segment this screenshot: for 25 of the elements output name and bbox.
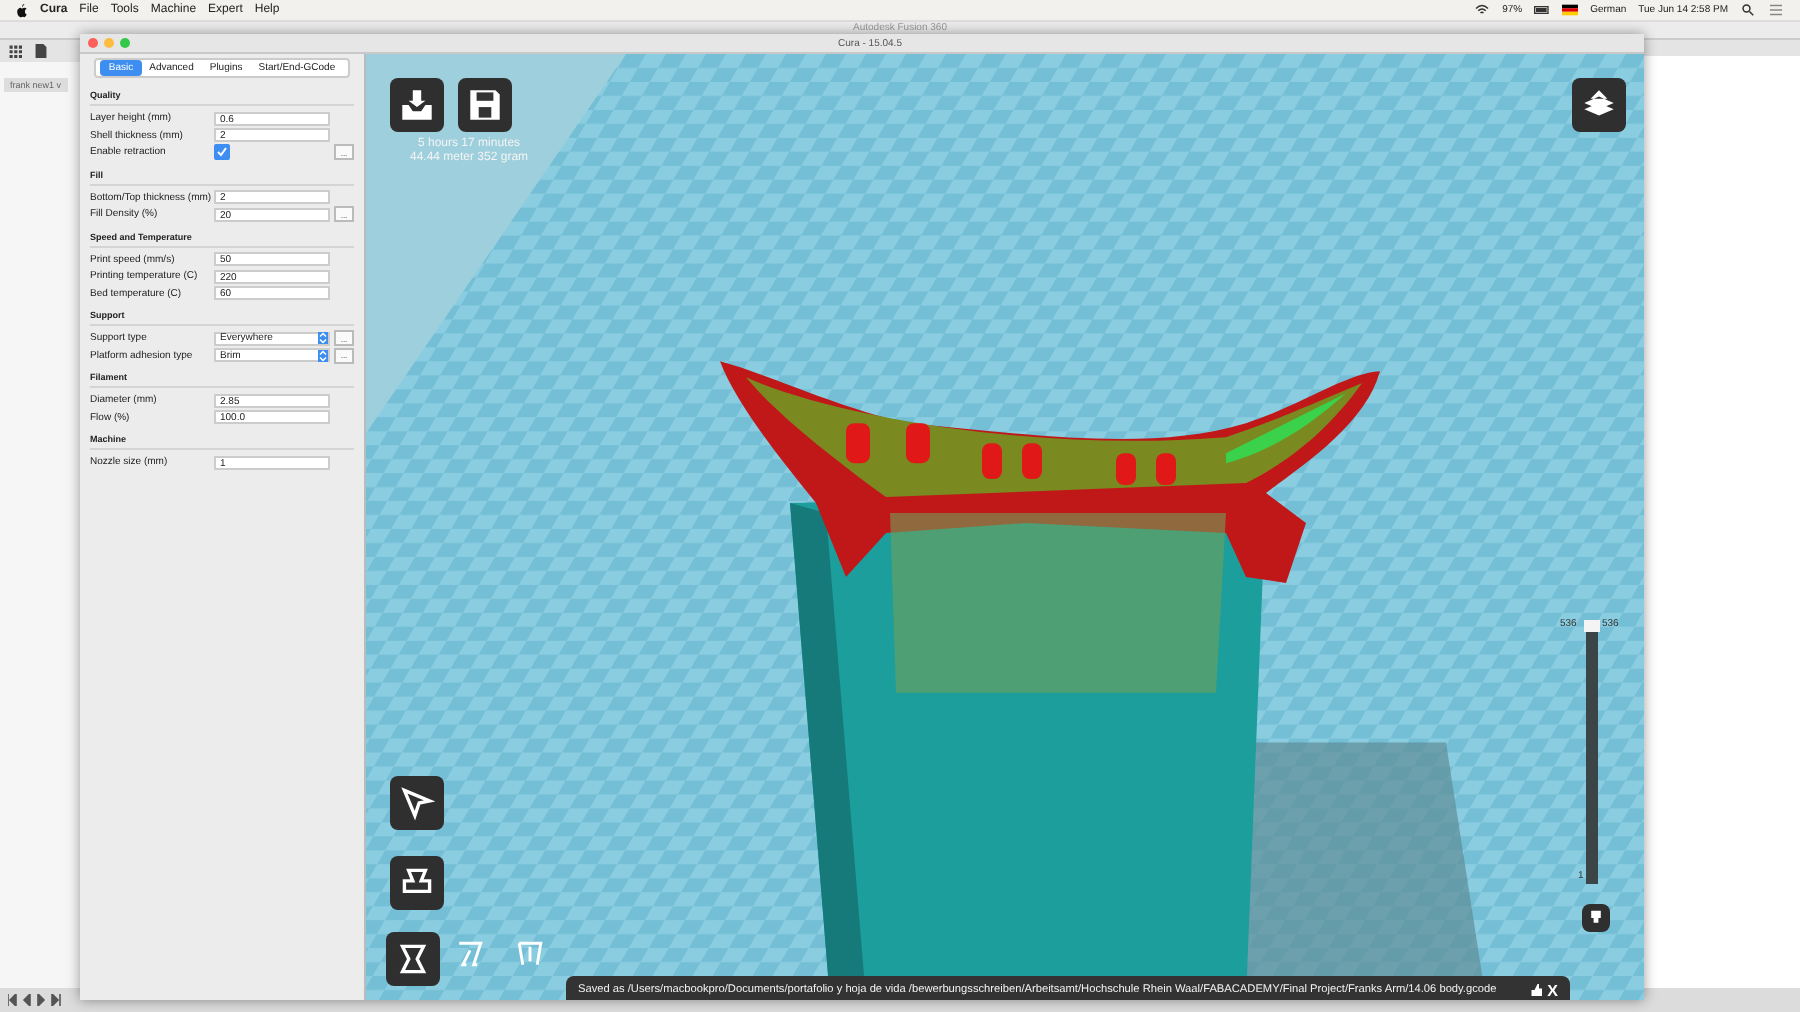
view-mode-button[interactable]	[1572, 78, 1626, 132]
search-icon[interactable]	[1740, 4, 1756, 16]
close-button[interactable]: X	[1547, 981, 1558, 999]
load-model-button[interactable]	[390, 78, 444, 132]
dropdown-arrow-icon[interactable]	[318, 332, 328, 345]
checkbox[interactable]	[214, 144, 230, 161]
mirror-tool-button[interactable]	[386, 932, 440, 986]
tray-arrow-icon	[396, 84, 438, 126]
layer-slider[interactable]	[1586, 620, 1598, 884]
list-icon[interactable]	[1768, 4, 1784, 16]
slider-handle[interactable]	[1584, 620, 1600, 632]
rotate-tool-button[interactable]	[390, 776, 444, 830]
document-icon[interactable]	[34, 44, 48, 58]
flag-icon[interactable]	[1562, 4, 1579, 16]
thumbs-up-icon[interactable]	[1529, 984, 1542, 996]
pointer-icon	[396, 782, 438, 824]
save-button[interactable]	[458, 78, 512, 132]
scale-tool-button[interactable]	[390, 856, 444, 910]
wifi-icon[interactable]	[1474, 4, 1491, 16]
3d-viewport[interactable]	[366, 54, 1644, 1000]
grid-icon[interactable]	[8, 44, 22, 58]
dropdown-arrow-icon[interactable]	[318, 349, 328, 362]
apple-icon[interactable]	[16, 3, 28, 17]
battery-icon[interactable]	[1534, 4, 1551, 16]
layer-view-button[interactable]	[1582, 904, 1610, 932]
